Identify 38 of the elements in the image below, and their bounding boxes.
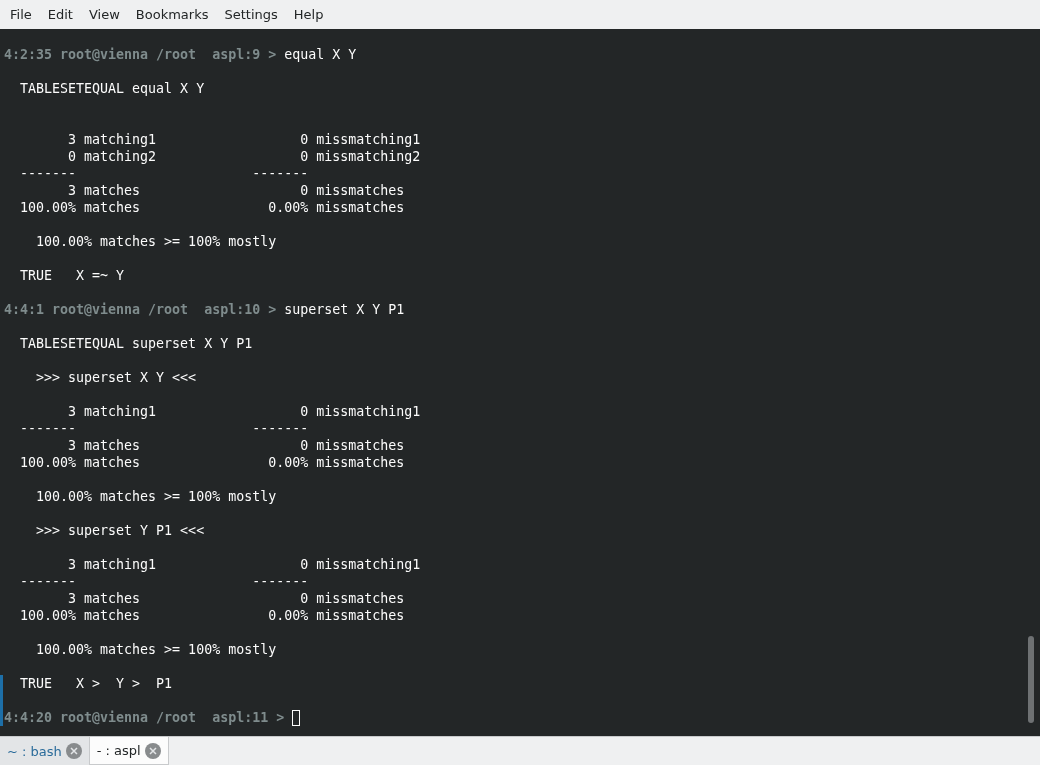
menu-item[interactable]: Settings — [216, 4, 286, 25]
terminal-tab[interactable]: - : aspl — [89, 737, 169, 765]
output-line: ------- ------- — [19, 420, 309, 437]
output-line: 3 matches 0 missmatches — [67, 590, 405, 607]
output-line: TABLESETEQUAL superset X Y P1 — [19, 335, 253, 352]
close-icon[interactable] — [144, 742, 161, 759]
menu-item[interactable]: Help — [285, 4, 332, 25]
output-line: TRUE X > Y > P1 — [19, 675, 173, 692]
output-line: >>> superset X Y <<< — [35, 369, 197, 386]
output-line: ------- ------- — [19, 165, 309, 182]
output-line: ------- ------- — [19, 573, 309, 590]
shell-prompt: 4:4:20 root@vienna /root aspl:11 > — [4, 709, 286, 726]
command-text: equal X Y — [284, 46, 357, 63]
output-line: 100.00% matches >= 100% mostly — [35, 488, 277, 505]
output-line: TABLESETEQUAL equal X Y — [19, 80, 205, 97]
output-line: 100.00% matches 0.00% missmatches — [19, 199, 405, 216]
output-line: TRUE X =~ Y — [19, 267, 125, 284]
output-line: 100.00% matches >= 100% mostly — [35, 233, 277, 250]
menu-item[interactable]: View — [80, 4, 128, 25]
shell-prompt: 4:4:1 root@vienna /root aspl:10 > — [4, 301, 278, 318]
output-line: 100.00% matches >= 100% mostly — [35, 641, 277, 658]
output-line: 0 matching2 0 missmatching2 — [67, 148, 421, 165]
shell-prompt: 4:2:35 root@vienna /root aspl:9 > — [4, 46, 278, 63]
output-line: >>> superset Y P1 <<< — [35, 522, 205, 539]
menu-item[interactable]: Bookmarks — [127, 4, 217, 25]
output-line: 3 matching1 0 missmatching1 — [67, 556, 421, 573]
output-line: 3 matches 0 missmatches — [67, 182, 405, 199]
menu-item[interactable]: File — [2, 4, 40, 25]
close-icon[interactable] — [65, 743, 82, 759]
menu-item[interactable]: Edit — [39, 4, 81, 25]
output-line: 100.00% matches 0.00% missmatches — [19, 454, 405, 471]
scrollbar-thumb[interactable] — [1028, 636, 1034, 723]
terminal-tab[interactable]: ~ : bash — [0, 737, 90, 765]
command-text: superset X Y P1 — [284, 301, 405, 318]
output-line: 3 matches 0 missmatches — [67, 437, 405, 454]
output-line: 3 matching1 0 missmatching1 — [67, 403, 421, 420]
output-line: 3 matching1 0 missmatching1 — [67, 131, 421, 148]
output-line: 100.00% matches 0.00% missmatches — [19, 607, 405, 624]
